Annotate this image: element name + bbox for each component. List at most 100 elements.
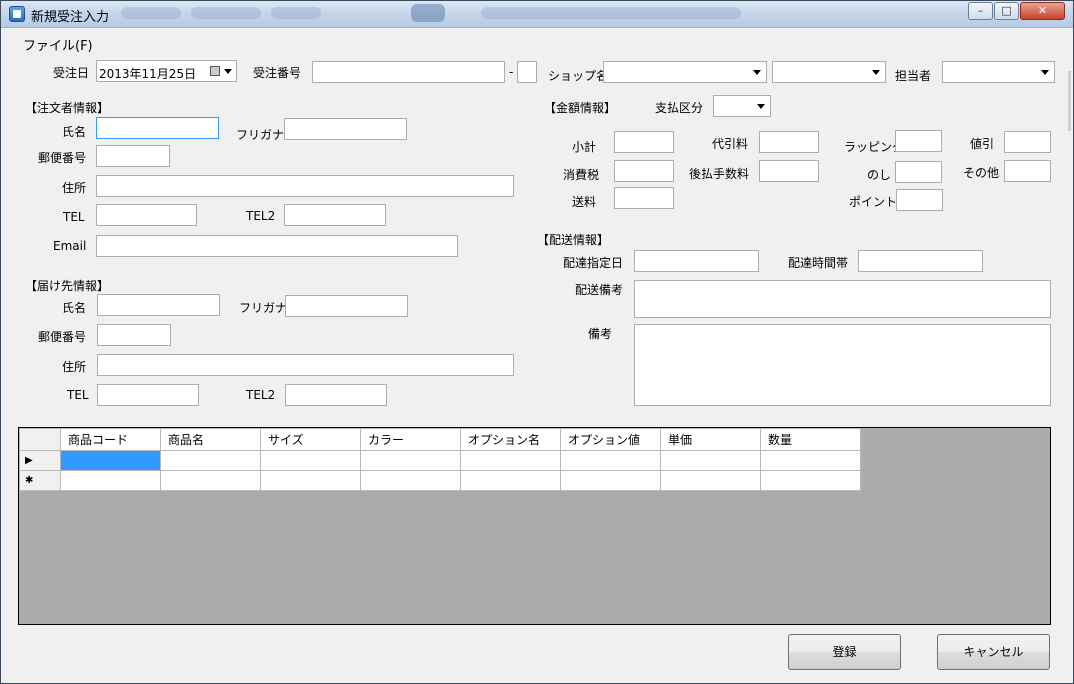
grid-cell[interactable] xyxy=(360,470,461,491)
current-row-marker-icon[interactable]: ▶ xyxy=(19,450,61,471)
orderer-tel-input[interactable] xyxy=(96,204,197,226)
menu-file[interactable]: ファイル(F) xyxy=(23,35,93,54)
staff-label: 担当者 xyxy=(895,69,932,83)
grid-cell[interactable] xyxy=(760,450,861,471)
delivery-tel2-input[interactable] xyxy=(285,384,387,406)
column-header[interactable]: オプション名 xyxy=(460,428,561,451)
chevron-down-icon xyxy=(757,104,765,109)
delivery-zip-input[interactable] xyxy=(97,324,171,346)
orderer-address-label: 住所 xyxy=(62,181,87,195)
shipping-note-textarea[interactable] xyxy=(634,280,1051,318)
grid-cell[interactable] xyxy=(560,470,661,491)
delivery-tel-input[interactable] xyxy=(97,384,199,406)
discount-input[interactable] xyxy=(1004,131,1051,153)
grid-cell[interactable] xyxy=(460,450,561,471)
cod-fee-input[interactable] xyxy=(759,131,819,153)
staff-select[interactable] xyxy=(942,61,1055,83)
window-edge-scrollbar[interactable] xyxy=(1068,71,1071,131)
tax-label: 消費税 xyxy=(563,168,600,182)
order-number-suffix-input[interactable] xyxy=(517,61,537,83)
grid-cell[interactable] xyxy=(560,450,661,471)
orderer-tel2-label: TEL2 xyxy=(246,209,276,223)
window-title: 新規受注入力 xyxy=(31,10,110,25)
maximize-button[interactable]: □ xyxy=(994,2,1019,20)
orderer-email-input[interactable] xyxy=(96,235,458,257)
noshi-input[interactable] xyxy=(895,161,942,183)
title-bar: 新規受注入力 – □ ✕ xyxy=(1,1,1073,28)
order-date-value: 2013年11月25日 xyxy=(99,67,197,81)
shop-sub-select[interactable] xyxy=(772,61,886,83)
other-input[interactable] xyxy=(1004,160,1051,182)
cancel-button[interactable]: キャンセル xyxy=(937,634,1050,670)
payment-type-select[interactable] xyxy=(713,95,771,117)
chevron-down-icon xyxy=(224,69,232,74)
orderer-address-input[interactable] xyxy=(96,175,514,197)
orderer-furigana-input[interactable] xyxy=(284,118,407,140)
remarks-textarea[interactable] xyxy=(634,324,1051,406)
column-header[interactable]: 商品コード xyxy=(60,428,161,451)
new-row-marker-icon[interactable]: ✱ xyxy=(19,470,61,491)
delivery-address-label: 住所 xyxy=(62,360,87,374)
point-label: ポイント xyxy=(849,195,898,209)
point-input[interactable] xyxy=(896,189,943,211)
register-button[interactable]: 登録 xyxy=(788,634,901,670)
grid-cell[interactable] xyxy=(260,470,361,491)
delivery-name-label: 氏名 xyxy=(62,301,87,315)
wrapping-input[interactable] xyxy=(895,130,942,152)
orderer-email-label: Email xyxy=(53,239,87,253)
grid-cell[interactable] xyxy=(160,470,261,491)
orderer-tel2-input[interactable] xyxy=(284,204,386,226)
tax-input[interactable] xyxy=(614,160,674,182)
chevron-down-icon xyxy=(1041,70,1049,75)
order-number-label: 受注番号 xyxy=(253,66,302,80)
order-number-input[interactable] xyxy=(312,61,505,83)
column-header[interactable]: 数量 xyxy=(760,428,861,451)
column-header[interactable]: カラー xyxy=(360,428,461,451)
grid-cell[interactable] xyxy=(660,450,761,471)
shipping-fee-input[interactable] xyxy=(614,187,674,209)
chevron-down-icon xyxy=(872,70,880,75)
order-date-label: 受注日 xyxy=(53,66,90,80)
deferred-fee-label: 後払手数料 xyxy=(689,167,750,181)
blurred-title-bar-area xyxy=(121,7,181,19)
grid-cell[interactable] xyxy=(460,470,561,491)
column-header[interactable]: 単価 xyxy=(660,428,761,451)
column-header[interactable]: オプション値 xyxy=(560,428,661,451)
shop-name-select[interactable] xyxy=(603,61,767,83)
grid-header-row: 商品コード 商品名 サイズ カラー オプション名 オプション値 単価 数量 xyxy=(19,428,861,451)
order-items-grid[interactable]: 商品コード 商品名 サイズ カラー オプション名 オプション値 単価 数量 ▶ xyxy=(18,427,1051,625)
shop-name-label: ショップ名 xyxy=(548,69,609,83)
orderer-zip-input[interactable] xyxy=(96,145,170,167)
column-header[interactable]: 商品名 xyxy=(160,428,261,451)
order-date-picker[interactable]: 2013年11月25日 xyxy=(96,60,237,82)
grid-cell[interactable] xyxy=(660,470,761,491)
shipping-section-title: 【配送情報】 xyxy=(537,233,610,247)
table-row: ▶ xyxy=(19,450,861,471)
grid-cell[interactable] xyxy=(160,450,261,471)
orderer-name-label: 氏名 xyxy=(62,125,87,139)
subtotal-input[interactable] xyxy=(614,131,674,153)
order-entry-window: 新規受注入力 – □ ✕ ファイル(F) 受注日 2013年11月25日 受注番… xyxy=(0,0,1074,684)
blurred-title-bar-area xyxy=(481,7,741,19)
delivery-tel2-label: TEL2 xyxy=(246,388,276,402)
grid-cell[interactable] xyxy=(260,450,361,471)
remarks-label: 備考 xyxy=(588,327,613,341)
app-icon xyxy=(9,6,25,22)
minimize-button[interactable]: – xyxy=(968,2,993,20)
delivery-address-input[interactable] xyxy=(97,354,514,376)
orderer-name-input[interactable] xyxy=(96,117,219,139)
delivery-time-input[interactable] xyxy=(858,250,983,272)
grid-cell[interactable] xyxy=(60,470,161,491)
blurred-title-bar-area xyxy=(411,4,445,22)
order-number-separator: - xyxy=(509,65,514,79)
deferred-fee-input[interactable] xyxy=(759,160,819,182)
delivery-date-input[interactable] xyxy=(634,250,759,272)
close-button[interactable]: ✕ xyxy=(1020,2,1065,20)
orderer-tel-label: TEL xyxy=(63,210,85,224)
delivery-name-input[interactable] xyxy=(97,294,220,316)
grid-cell[interactable] xyxy=(360,450,461,471)
delivery-furigana-input[interactable] xyxy=(285,295,408,317)
grid-cell[interactable] xyxy=(60,450,161,471)
grid-cell[interactable] xyxy=(760,470,861,491)
column-header[interactable]: サイズ xyxy=(260,428,361,451)
